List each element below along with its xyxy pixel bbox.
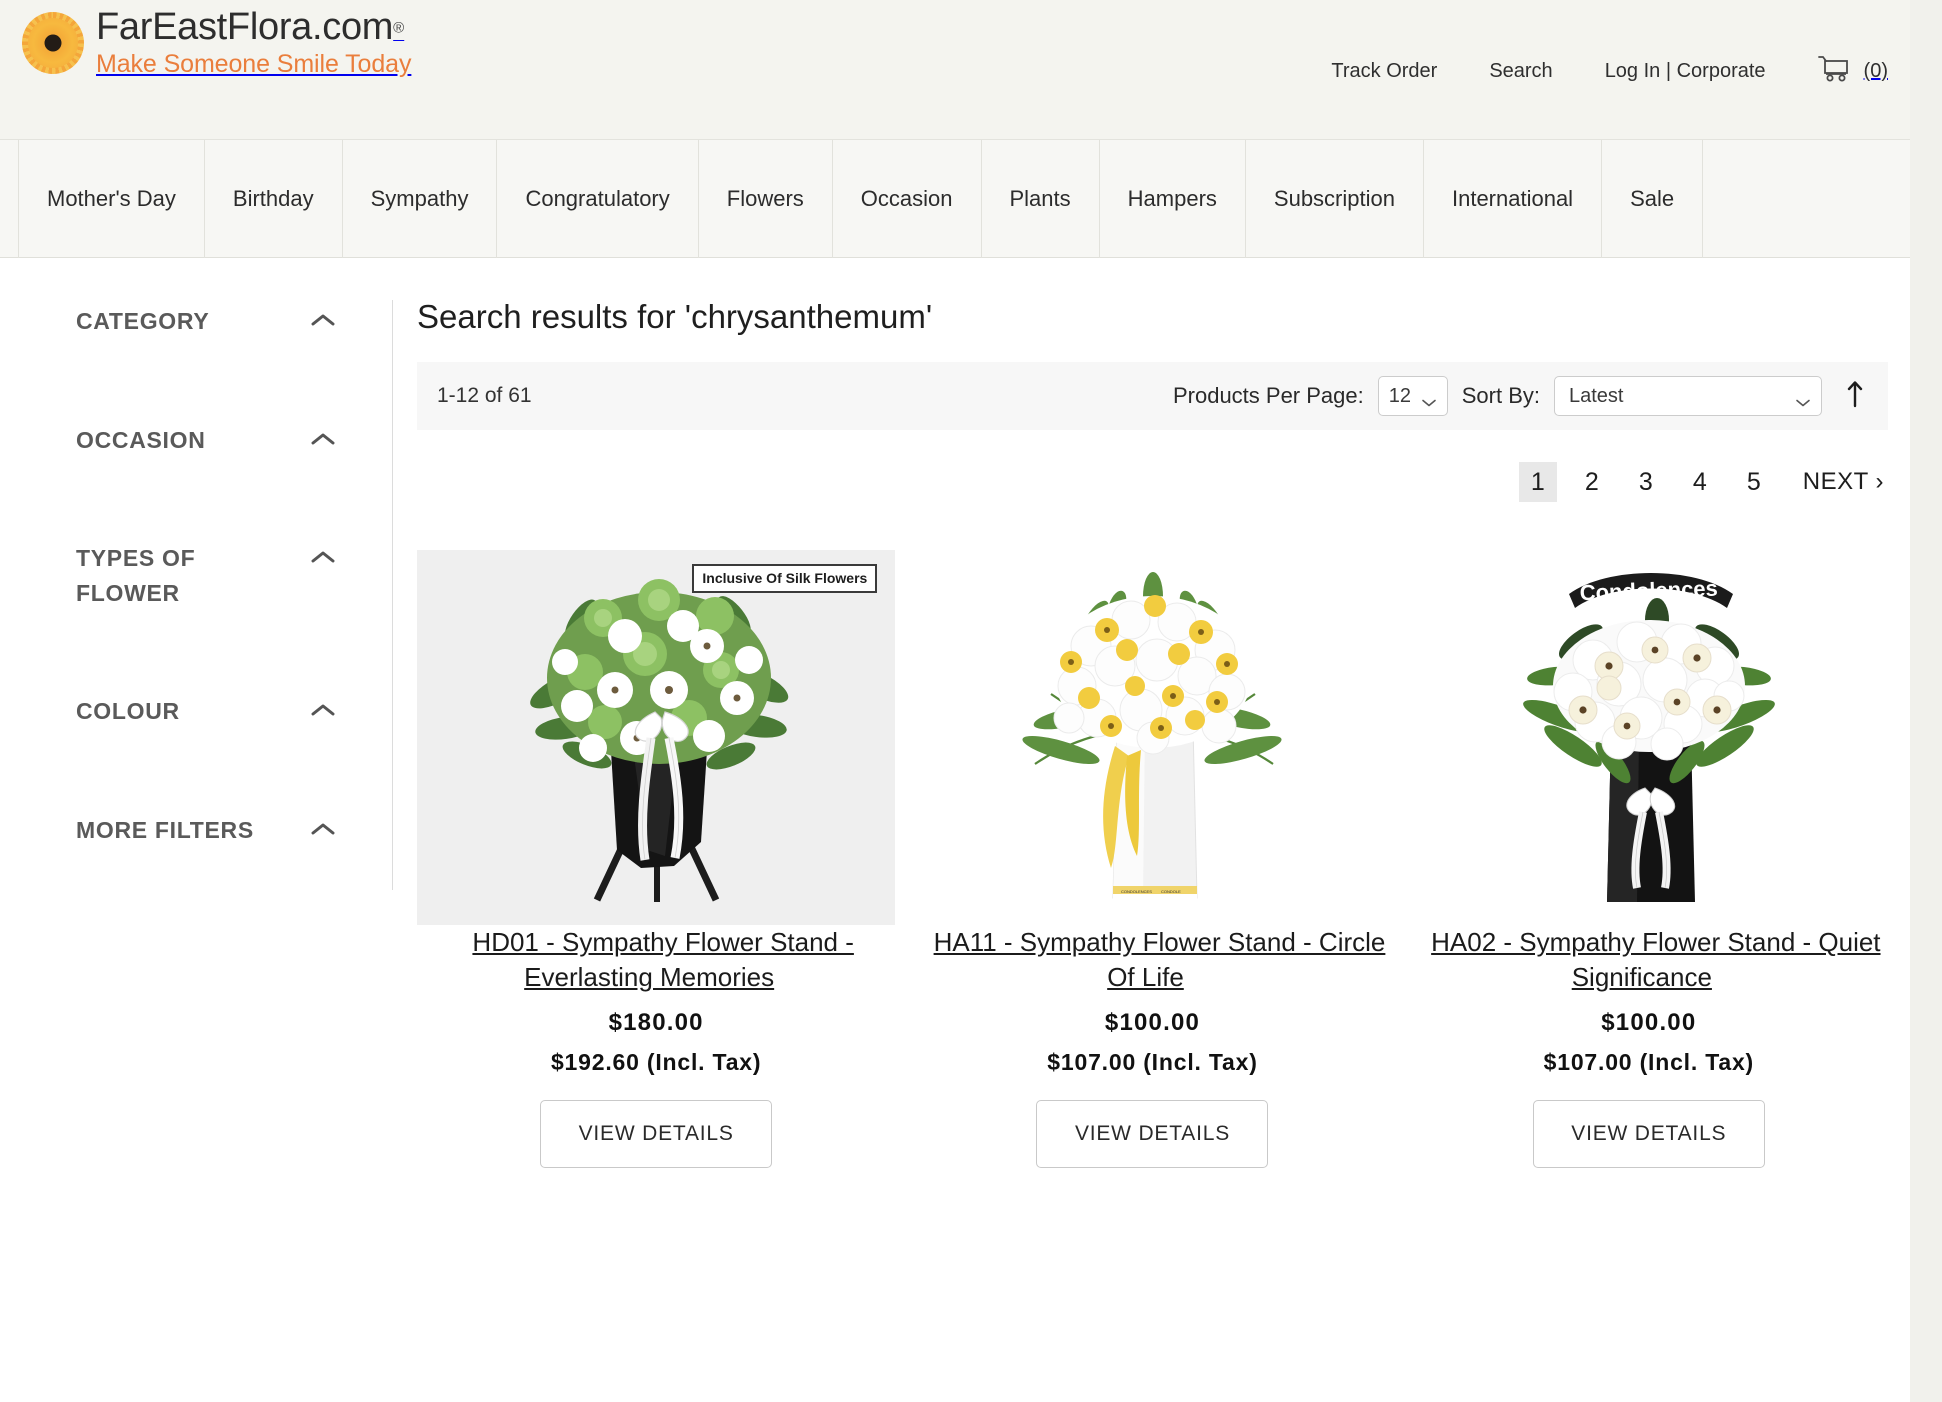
product-title[interactable]: HD01 - Sympathy Flower Stand - Everlasti…: [458, 927, 853, 992]
nav-item-occasion[interactable]: Occasion: [833, 140, 982, 258]
brand-logo[interactable]: FarEastFlora.com® Make Someone Smile Tod…: [0, 0, 411, 77]
nav-item-subscription[interactable]: Subscription: [1246, 140, 1424, 258]
product-title[interactable]: HA11 - Sympathy Flower Stand - Circle Of…: [920, 927, 1386, 992]
product-price: $100.00: [1410, 1009, 1888, 1037]
product-price-incl-tax: $192.60 (Incl. Tax): [417, 1049, 895, 1076]
content-area: CATEGORY OCCASION TYPES OF FLOWER COLOUR: [0, 258, 1910, 1168]
view-details-button[interactable]: VIEW DETAILS: [1533, 1100, 1765, 1168]
sidebar-filter-category[interactable]: CATEGORY: [0, 304, 392, 339]
silk-flowers-badge: Inclusive Of Silk Flowers: [692, 564, 877, 593]
filter-label: MORE FILTERS: [76, 813, 254, 848]
chevron-up-icon: [310, 821, 336, 837]
shopping-cart-icon: [1818, 55, 1852, 88]
sort-by-select[interactable]: Latest: [1554, 376, 1822, 416]
nav-item-congratulatory[interactable]: Congratulatory: [497, 140, 698, 258]
nav-item-flowers[interactable]: Flowers: [699, 140, 833, 258]
page-root: FarEastFlora.com® Make Someone Smile Tod…: [0, 0, 1942, 1402]
chevron-up-icon: [310, 312, 336, 328]
toolbar-controls: Products Per Page: 12 Sort By: Latest: [1173, 376, 1864, 416]
filter-label: CATEGORY: [76, 304, 209, 339]
sidebar-filter-colour[interactable]: COLOUR: [0, 694, 392, 729]
site-header: FarEastFlora.com® Make Someone Smile Tod…: [0, 0, 1910, 140]
product-title[interactable]: HA02 - Sympathy Flower Stand - Quiet Sig…: [1417, 927, 1880, 992]
svg-text:CONDOLENCES: CONDOLENCES: [1121, 889, 1152, 894]
filter-label: OCCASION: [76, 423, 206, 458]
main-navigation: Mother's Day Birthday Sympathy Congratul…: [0, 140, 1910, 258]
sidebar-filter-types-of-flower[interactable]: TYPES OF FLOWER: [0, 541, 392, 610]
view-details-button[interactable]: VIEW DETAILS: [1036, 1100, 1268, 1168]
product-price: $100.00: [913, 1009, 1391, 1037]
brand-text: FarEastFlora.com® Make Someone Smile Tod…: [96, 8, 411, 77]
sort-by-value: Latest: [1569, 385, 1623, 408]
pagination-page-2[interactable]: 2: [1573, 462, 1611, 502]
results-column: Search results for 'chrysanthemum' 1-12 …: [393, 258, 1910, 1168]
product-price-incl-tax: $107.00 (Incl. Tax): [913, 1049, 1391, 1076]
view-details-button[interactable]: VIEW DETAILS: [540, 1100, 772, 1168]
nav-item-international[interactable]: International: [1424, 140, 1602, 258]
sidebar-filter-more-filters[interactable]: MORE FILTERS: [0, 813, 392, 848]
products-per-page-value: 12: [1389, 385, 1411, 408]
chevron-up-icon: [310, 549, 336, 565]
sort-by-label: Sort By:: [1462, 383, 1540, 409]
filter-sidebar: CATEGORY OCCASION TYPES OF FLOWER COLOUR: [0, 258, 392, 1168]
result-count: 1-12 of 61: [437, 384, 532, 408]
pagination-next[interactable]: NEXT ›: [1803, 462, 1884, 502]
svg-text:Condolences: Condolences: [1580, 576, 1719, 606]
sidebar-filter-occasion[interactable]: OCCASION: [0, 423, 392, 458]
pagination-page-4[interactable]: 4: [1681, 462, 1719, 502]
product-grid: Inclusive Of Silk Flowers: [417, 502, 1888, 1168]
product-card: CONDOLENCES CONDOLE: [913, 550, 1391, 1168]
product-image-3: Condolences: [1461, 550, 1836, 925]
product-image-1: [469, 550, 844, 925]
gerbera-flower-icon: [22, 12, 84, 74]
pagination-page-3[interactable]: 3: [1627, 462, 1665, 502]
product-price: $180.00: [417, 1009, 895, 1037]
results-toolbar: 1-12 of 61 Products Per Page: 12 Sort By…: [417, 362, 1888, 430]
product-image-link[interactable]: Inclusive Of Silk Flowers: [417, 550, 895, 925]
products-per-page-select[interactable]: 12: [1378, 376, 1448, 416]
svg-text:CONDOLE: CONDOLE: [1161, 889, 1181, 894]
nav-item-birthday[interactable]: Birthday: [205, 140, 343, 258]
arrow-up-icon[interactable]: [1846, 379, 1864, 414]
nav-item-sale[interactable]: Sale: [1602, 140, 1703, 258]
page-title: Search results for 'chrysanthemum': [417, 258, 1888, 362]
search-link[interactable]: Search: [1489, 60, 1552, 83]
product-image-2: CONDOLENCES CONDOLE: [965, 550, 1340, 925]
cart-button[interactable]: (0): [1818, 55, 1888, 88]
product-card: Inclusive Of Silk Flowers: [417, 550, 895, 1168]
filter-label: TYPES OF FLOWER: [76, 541, 276, 610]
pagination-page-5[interactable]: 5: [1735, 462, 1773, 502]
nav-item-mothers-day[interactable]: Mother's Day: [18, 140, 205, 258]
track-order-link[interactable]: Track Order: [1331, 60, 1437, 83]
pagination-page-1[interactable]: 1: [1519, 462, 1557, 502]
brand-name: FarEastFlora.com: [96, 8, 393, 46]
product-image-link[interactable]: CONDOLENCES CONDOLE: [913, 550, 1391, 925]
product-image-link[interactable]: Condolences: [1410, 550, 1888, 925]
product-card: Condolences: [1410, 550, 1888, 1168]
products-per-page-label: Products Per Page:: [1173, 383, 1364, 409]
nav-item-sympathy[interactable]: Sympathy: [343, 140, 498, 258]
nav-item-hampers[interactable]: Hampers: [1100, 140, 1246, 258]
product-price-incl-tax: $107.00 (Incl. Tax): [1410, 1049, 1888, 1076]
pagination: 1 2 3 4 5 NEXT ›: [417, 430, 1888, 502]
chevron-down-icon: [1795, 391, 1811, 401]
brand-tagline: Make Someone Smile Today: [96, 52, 411, 77]
login-corporate-link[interactable]: Log In | Corporate: [1605, 60, 1766, 83]
registered-mark: ®: [393, 20, 404, 37]
filter-label: COLOUR: [76, 694, 180, 729]
nav-item-plants[interactable]: Plants: [982, 140, 1100, 258]
chevron-up-icon: [310, 431, 336, 447]
chevron-up-icon: [310, 702, 336, 718]
utility-nav: Track Order Search Log In | Corporate (0…: [1331, 55, 1888, 88]
chevron-down-icon: [1421, 391, 1437, 401]
cart-count: (0): [1864, 60, 1888, 83]
site-container: FarEastFlora.com® Make Someone Smile Tod…: [0, 0, 1910, 1402]
